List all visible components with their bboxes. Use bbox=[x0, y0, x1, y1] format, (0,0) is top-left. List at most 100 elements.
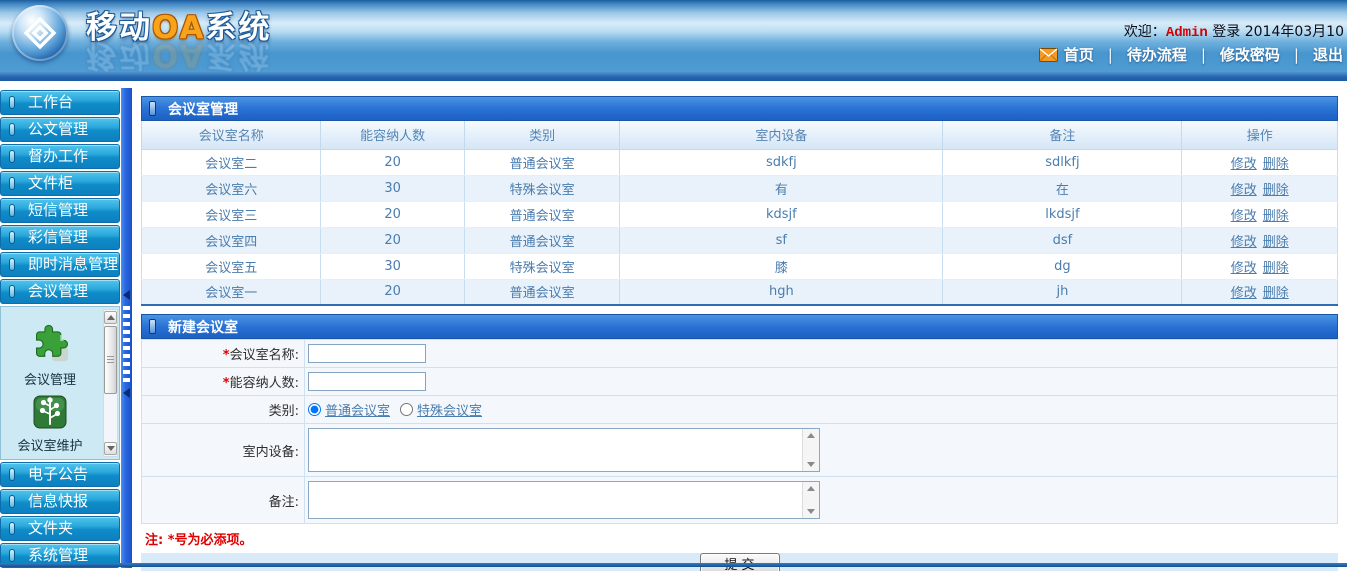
category-normal-radio[interactable] bbox=[308, 403, 321, 416]
table-row: 会议室二20普通会议室sdkfjsdlkfj 修改删除 bbox=[142, 149, 1338, 175]
menu-pill-icon bbox=[9, 177, 15, 190]
column-header: 操作 bbox=[1182, 121, 1338, 149]
sidebar-item-im-management[interactable]: 即时消息管理 bbox=[0, 252, 120, 277]
page-bottom-divider bbox=[0, 563, 1347, 567]
table-row: 会议室四20普通会议室sfdsf 修改删除 bbox=[142, 227, 1338, 253]
category-special-option[interactable]: 特殊会议室 bbox=[400, 400, 482, 419]
nav-separator: | bbox=[1201, 46, 1206, 64]
edit-link[interactable]: 修改 bbox=[1231, 261, 1257, 276]
sidebar-item-info-bulletin[interactable]: 信息快报 bbox=[0, 489, 120, 514]
sidebar: 工作台 公文管理 督办工作 文件柜 短信管理 彩信管理 即时消息管理 会议管理 … bbox=[0, 90, 120, 570]
edit-link[interactable]: 修改 bbox=[1231, 235, 1257, 250]
app-title-reflection: 移动OA系统 bbox=[86, 38, 272, 72]
submenu-item-meeting-room-maintenance[interactable]: 会议室维护 bbox=[1, 395, 99, 454]
menu-pill-icon bbox=[9, 204, 15, 217]
china-mobile-logo-icon bbox=[12, 5, 68, 61]
username: Admin bbox=[1166, 25, 1208, 41]
column-header: 会议室名称 bbox=[142, 121, 321, 149]
submenu-scrollbar[interactable] bbox=[103, 309, 118, 457]
collapse-arrow-icon[interactable] bbox=[123, 290, 130, 300]
table-row: 会议室一20普通会议室hghjh 修改删除 bbox=[142, 279, 1338, 305]
edit-link[interactable]: 修改 bbox=[1231, 157, 1257, 172]
panel-pill-icon bbox=[149, 319, 156, 334]
edit-link[interactable]: 修改 bbox=[1231, 183, 1257, 198]
submenu-item-meeting-management[interactable]: 会议管理 bbox=[1, 323, 99, 388]
meeting-submenu-panel: 会议管理 会议室维护 bbox=[0, 306, 120, 460]
app-logo: 移动OA系统 移动OA系统 bbox=[12, 5, 272, 72]
sidebar-collapse-splitter[interactable] bbox=[121, 88, 132, 568]
new-room-panel-header: 新建会议室 bbox=[141, 314, 1338, 339]
column-header: 类别 bbox=[464, 121, 619, 149]
sidebar-item-sms-management[interactable]: 短信管理 bbox=[0, 198, 120, 223]
nav-change-password-link[interactable]: 修改密码 bbox=[1220, 44, 1280, 65]
remark-textarea[interactable] bbox=[309, 482, 801, 518]
menu-pill-icon bbox=[9, 549, 15, 562]
edit-link[interactable]: 修改 bbox=[1231, 209, 1257, 224]
top-navigation: 首页 | 待办流程 | 修改密码 | 退出 bbox=[1039, 44, 1343, 65]
room-name-label: *会议室名称: bbox=[142, 340, 305, 368]
sidebar-item-e-announcement[interactable]: 电子公告 bbox=[0, 462, 120, 487]
menu-pill-icon bbox=[9, 231, 15, 244]
capacity-input[interactable] bbox=[308, 372, 426, 391]
nav-logout-link[interactable]: 退出 bbox=[1313, 44, 1343, 65]
menu-pill-icon bbox=[9, 495, 15, 508]
scrollbar-down-icon[interactable] bbox=[104, 442, 117, 455]
nav-todo-link[interactable]: 待办流程 bbox=[1127, 44, 1187, 65]
delete-link[interactable]: 删除 bbox=[1263, 235, 1289, 250]
remark-label: 备注: bbox=[142, 477, 305, 524]
capacity-label: *能容纳人数: bbox=[142, 368, 305, 396]
delete-link[interactable]: 删除 bbox=[1263, 209, 1289, 224]
category-normal-option[interactable]: 普通会议室 bbox=[308, 400, 390, 419]
textarea-scrollbar[interactable] bbox=[802, 429, 819, 471]
menu-pill-icon bbox=[9, 123, 15, 136]
textarea-scrollbar[interactable] bbox=[802, 482, 819, 518]
sidebar-item-meeting-management[interactable]: 会议管理 bbox=[0, 279, 120, 304]
scrollbar-up-icon[interactable] bbox=[807, 433, 815, 438]
menu-pill-icon bbox=[9, 96, 15, 109]
required-field-note: 注: *号为必添项。 bbox=[141, 524, 1338, 552]
scrollbar-up-icon[interactable] bbox=[807, 486, 815, 491]
delete-link[interactable]: 删除 bbox=[1263, 286, 1289, 301]
sidebar-item-workbench[interactable]: 工作台 bbox=[0, 90, 120, 115]
submit-bar: 提 交 bbox=[141, 553, 1338, 571]
scrollbar-up-icon[interactable] bbox=[104, 311, 117, 324]
sidebar-item-supervision[interactable]: 督办工作 bbox=[0, 144, 120, 169]
puzzle-icon bbox=[28, 348, 72, 367]
menu-pill-icon bbox=[9, 150, 15, 163]
scrollbar-thumb[interactable] bbox=[104, 326, 117, 394]
category-special-radio[interactable] bbox=[400, 403, 413, 416]
sidebar-item-document-management[interactable]: 公文管理 bbox=[0, 117, 120, 142]
equipment-textarea[interactable] bbox=[309, 429, 801, 471]
header-divider-strip bbox=[0, 72, 1347, 81]
menu-pill-icon bbox=[9, 285, 15, 298]
panel-pill-icon bbox=[149, 101, 156, 116]
table-row: 会议室六30特殊会议室有在 修改删除 bbox=[142, 175, 1338, 201]
splitter-grip bbox=[123, 306, 130, 382]
column-header: 能容纳人数 bbox=[321, 121, 465, 149]
main-content: 会议室管理 会议室名称 能容纳人数 类别 室内设备 备注 操作 会议室二20普通… bbox=[141, 96, 1338, 571]
sidebar-item-file-cabinet[interactable]: 文件柜 bbox=[0, 171, 120, 196]
collapse-arrow-icon[interactable] bbox=[123, 388, 130, 398]
nav-home-link[interactable]: 首页 bbox=[1039, 44, 1094, 65]
menu-pill-icon bbox=[9, 468, 15, 481]
table-header-row: 会议室名称 能容纳人数 类别 室内设备 备注 操作 bbox=[142, 121, 1338, 149]
category-label: 类别: bbox=[142, 396, 305, 424]
scrollbar-down-icon[interactable] bbox=[807, 462, 815, 467]
delete-link[interactable]: 删除 bbox=[1263, 261, 1289, 276]
welcome-text: 欢迎：Admin 登录 2014年03月10 bbox=[1124, 21, 1344, 41]
column-header: 备注 bbox=[943, 121, 1182, 149]
login-date: 2014年03月10 bbox=[1245, 24, 1344, 40]
sidebar-item-mms-management[interactable]: 彩信管理 bbox=[0, 225, 120, 250]
column-header: 室内设备 bbox=[620, 121, 943, 149]
edit-link[interactable]: 修改 bbox=[1231, 286, 1257, 301]
delete-link[interactable]: 删除 bbox=[1263, 183, 1289, 198]
equipment-label: 室内设备: bbox=[142, 424, 305, 477]
header-banner: 移动OA系统 移动OA系统 欢迎：Admin 登录 2014年03月10 首页 … bbox=[0, 0, 1347, 72]
delete-link[interactable]: 删除 bbox=[1263, 157, 1289, 172]
table-row: 会议室三20普通会议室kdsjflkdsjf 修改删除 bbox=[142, 201, 1338, 227]
nav-separator: | bbox=[1294, 46, 1299, 64]
sidebar-item-folders[interactable]: 文件夹 bbox=[0, 516, 120, 541]
submit-button[interactable]: 提 交 bbox=[700, 553, 780, 571]
scrollbar-down-icon[interactable] bbox=[807, 509, 815, 514]
room-name-input[interactable] bbox=[308, 344, 426, 363]
